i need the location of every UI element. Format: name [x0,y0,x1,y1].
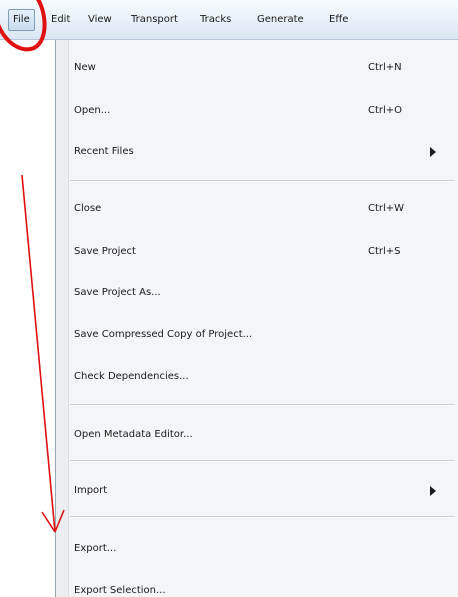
menu-item-shortcut: Ctrl+W [368,203,405,214]
menu-tracks[interactable]: Tracks [196,9,235,31]
menu-transport[interactable]: Transport [127,9,182,31]
menu-item-label: Save Project [74,246,136,257]
file-menu-dropdown: New Ctrl+N Open... Ctrl+O Recent Files C… [55,40,458,597]
menu-file[interactable]: File [8,9,35,31]
menu-item-label: Save Compressed Copy of Project... [74,329,253,340]
menu-item-label: Open... [74,105,111,116]
menu-item-label: Export... [74,543,117,554]
submenu-arrow-icon [430,147,436,157]
menu-item-open-metadata-editor[interactable]: Open Metadata Editor... [56,420,458,450]
menu-item-label: Close [74,203,102,214]
menu-item-shortcut: Ctrl+N [368,62,402,73]
annotation-arrow-head-left [41,511,56,533]
menu-separator [70,180,455,182]
menu-item-label: New [74,62,96,73]
annotation-arrow-line [21,174,56,533]
menu-item-export-selection[interactable]: Export Selection... [56,576,458,597]
menu-separator [70,460,455,462]
menu-item-open[interactable]: Open... Ctrl+O [56,96,458,126]
menu-effect[interactable]: Effe [325,9,352,31]
menu-item-label: Check Dependencies... [74,371,189,382]
menu-item-new[interactable]: New Ctrl+N [56,53,458,83]
menu-item-shortcut: Ctrl+O [368,105,403,116]
submenu-arrow-icon [430,486,436,496]
menu-item-export[interactable]: Export... [56,534,458,564]
app-window: File Edit View Transport Tracks Generate… [0,0,458,597]
menu-item-import[interactable]: Import [56,476,458,506]
menu-generate[interactable]: Generate [253,9,308,31]
menu-separator [70,516,455,518]
menu-item-save-compressed-copy[interactable]: Save Compressed Copy of Project... [56,320,458,350]
menu-view[interactable]: View [84,9,116,31]
menu-separator [70,404,455,406]
menu-item-recent-files[interactable]: Recent Files [56,137,458,167]
menu-edit[interactable]: Edit [47,9,74,31]
menu-item-close[interactable]: Close Ctrl+W [56,194,458,224]
menu-item-label: Recent Files [74,146,134,157]
menu-item-label: Save Project As... [74,287,161,298]
menu-item-check-dependencies[interactable]: Check Dependencies... [56,362,458,392]
menu-item-label: Import [74,485,108,496]
menu-bar: File Edit View Transport Tracks Generate… [0,0,458,40]
menu-item-label: Open Metadata Editor... [74,429,193,440]
menu-item-save-project-as[interactable]: Save Project As... [56,278,458,308]
menu-item-save-project[interactable]: Save Project Ctrl+S [56,237,458,267]
menu-item-label: Export Selection... [74,585,166,596]
menu-item-shortcut: Ctrl+S [368,246,401,257]
